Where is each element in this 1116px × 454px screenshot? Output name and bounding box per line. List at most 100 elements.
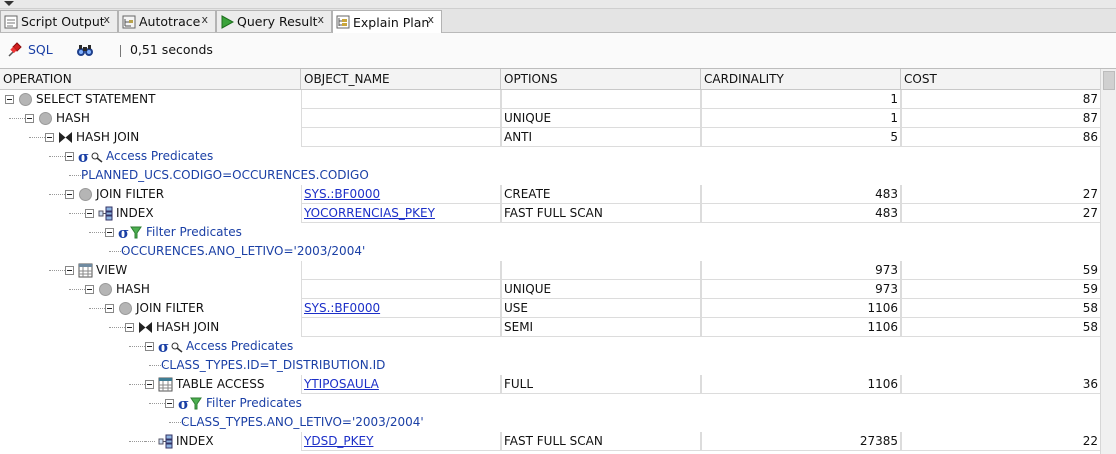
collapse-toggle-icon[interactable] <box>25 114 34 123</box>
collapse-toggle-icon[interactable] <box>145 342 154 351</box>
tab-script-output[interactable]: Script Output x <box>0 10 118 32</box>
operation-cell: INDEX <box>0 432 301 451</box>
cost-cell: 58 <box>901 299 1101 318</box>
object-name-cell <box>301 128 501 147</box>
options-cell: FULL <box>501 375 701 394</box>
options-cell: CREATE <box>501 185 701 204</box>
cardinality-cell: 1106 <box>701 375 901 394</box>
collapse-toggle-icon[interactable] <box>5 95 14 104</box>
table-row[interactable]: HASH JOIN ANTI 5 86 <box>0 128 1101 147</box>
toolbar-separator <box>120 45 121 57</box>
table-row[interactable]: HASH JOIN SEMI 1106 58 <box>0 318 1101 337</box>
column-header-cardinality[interactable]: CARDINALITY <box>701 69 901 89</box>
collapse-toggle-icon[interactable] <box>105 228 114 237</box>
collapse-toggle-icon[interactable] <box>65 190 74 199</box>
script-output-icon <box>4 15 18 29</box>
close-icon[interactable]: x <box>201 13 208 26</box>
predicate-row[interactable]: σ Access Predicates <box>0 147 1101 166</box>
tab-label: Query Result <box>237 14 318 29</box>
circle-icon <box>78 187 93 202</box>
table-row[interactable]: VIEW 973 59 <box>0 261 1101 280</box>
collapse-arrow-icon[interactable] <box>4 1 14 6</box>
scrollbar-thumb[interactable] <box>1103 71 1115 90</box>
vertical-scrollbar[interactable] <box>1100 69 1116 454</box>
object-name-cell[interactable]: YTIPOSAULA <box>301 375 501 394</box>
close-icon[interactable]: x <box>103 13 110 26</box>
operation-label: HASH <box>56 111 90 125</box>
collapse-toggle-icon[interactable] <box>85 209 94 218</box>
collapse-toggle-icon[interactable] <box>165 399 174 408</box>
column-header-operation[interactable]: OPERATION <box>0 69 301 89</box>
close-icon[interactable]: x <box>317 13 324 26</box>
table-row[interactable]: INDEX YOCORRENCIAS_PKEY FAST FULL SCAN 483 2… <box>0 204 1101 223</box>
predicate-row[interactable]: σ Filter Predicates <box>0 394 1101 413</box>
tree-connector <box>49 194 65 195</box>
column-header-cost[interactable]: COST <box>901 69 1101 89</box>
collapse-toggle-icon[interactable] <box>145 380 154 389</box>
object-name-cell[interactable]: YOCORRENCIAS_PKEY <box>301 204 501 223</box>
toolbar: SQL 0,51 seconds <box>0 33 1116 69</box>
operation-cell: σ Access Predicates <box>0 337 301 356</box>
column-header-object-name[interactable]: OBJECT_NAME <box>301 69 501 89</box>
cardinality-cell: 5 <box>701 128 901 147</box>
collapse-toggle-icon[interactable] <box>65 266 74 275</box>
collapse-toggle-icon[interactable] <box>125 323 134 332</box>
object-name-cell[interactable]: SYS.:BF0000 <box>301 185 501 204</box>
table-row[interactable]: HASH UNIQUE 1 87 <box>0 109 1101 128</box>
sql-button[interactable]: SQL <box>28 42 53 57</box>
tree-connector <box>89 232 105 233</box>
close-icon[interactable]: x <box>427 13 434 26</box>
table-row[interactable]: HASH UNIQUE 973 59 <box>0 280 1101 299</box>
tree-connector <box>9 118 25 119</box>
cardinality-cell: 973 <box>701 280 901 299</box>
cost-cell: 27 <box>901 204 1101 223</box>
tree-connector <box>129 346 145 347</box>
play-icon <box>220 14 235 29</box>
tab-query-result[interactable]: Query Result x <box>216 10 332 32</box>
tree-connector <box>29 137 45 138</box>
operation-cell: JOIN FILTER <box>0 299 301 318</box>
operation-cell: CLASS_TYPES.ID=T_DISTRIBUTION.ID <box>0 356 385 375</box>
binoculars-icon[interactable] <box>76 41 94 59</box>
svg-text:σ: σ <box>78 149 89 164</box>
object-name-cell <box>301 261 501 280</box>
cardinality-cell: 1106 <box>701 299 901 318</box>
options-cell: FAST FULL SCAN <box>501 204 701 223</box>
tab-autotrace[interactable]: Autotrace x <box>118 10 216 32</box>
predicate-text-row[interactable]: OCCURENCES.ANO_LETIVO='2003/2004' <box>0 242 1101 261</box>
column-header-options[interactable]: OPTIONS <box>501 69 701 89</box>
operation-cell: OCCURENCES.ANO_LETIVO='2003/2004' <box>0 242 365 261</box>
predicate-row[interactable]: σ Access Predicates <box>0 337 1101 356</box>
predicate-text-row[interactable]: PLANNED_UCS.CODIGO=OCCURENCES.CODIGO <box>0 166 1101 185</box>
top-strip <box>0 0 1116 9</box>
object-name-cell[interactable]: SYS.:BF0000 <box>301 299 501 318</box>
object-name-cell <box>301 318 501 337</box>
table-row[interactable]: TABLE ACCESS YTIPOSAULA FULL 1106 36 <box>0 375 1101 394</box>
elapsed-time: 0,51 seconds <box>130 42 213 57</box>
cost-cell: 36 <box>901 375 1101 394</box>
cost-cell: 87 <box>901 109 1101 128</box>
collapse-toggle-icon[interactable] <box>45 133 54 142</box>
table-row[interactable]: INDEX YDSD_PKEY FAST FULL SCAN 27385 22 <box>0 432 1101 451</box>
operation-cell: σ Access Predicates <box>0 147 301 166</box>
object-name-cell[interactable]: YDSD_PKEY <box>301 432 501 451</box>
pin-icon[interactable] <box>6 42 22 58</box>
operation-cell: HASH JOIN <box>0 318 301 337</box>
operation-label: SELECT STATEMENT <box>36 92 156 106</box>
collapse-toggle-icon[interactable] <box>65 152 74 161</box>
collapse-toggle-icon[interactable] <box>105 304 114 313</box>
table-row[interactable]: JOIN FILTER SYS.:BF0000 USE 1106 58 <box>0 299 1101 318</box>
tab-explain-plan[interactable]: Explain Plan x <box>332 10 442 33</box>
hash-join-icon <box>138 320 153 335</box>
predicate-row[interactable]: σ Filter Predicates <box>0 223 1101 242</box>
predicate-text-row[interactable]: CLASS_TYPES.ID=T_DISTRIBUTION.ID <box>0 356 1101 375</box>
collapse-toggle-icon[interactable] <box>85 285 94 294</box>
cost-cell: 87 <box>901 90 1101 109</box>
predicate-text-row[interactable]: CLASS_TYPES.ANO_LETIVO='2003/2004' <box>0 413 1101 432</box>
operation-label: Access Predicates <box>186 339 294 353</box>
table-row[interactable]: SELECT STATEMENT 1 87 <box>0 90 1101 109</box>
cost-cell: 59 <box>901 280 1101 299</box>
operation-cell: HASH JOIN <box>0 128 301 147</box>
options-cell: SEMI <box>501 318 701 337</box>
table-row[interactable]: JOIN FILTER SYS.:BF0000 CREATE 483 27 <box>0 185 1101 204</box>
